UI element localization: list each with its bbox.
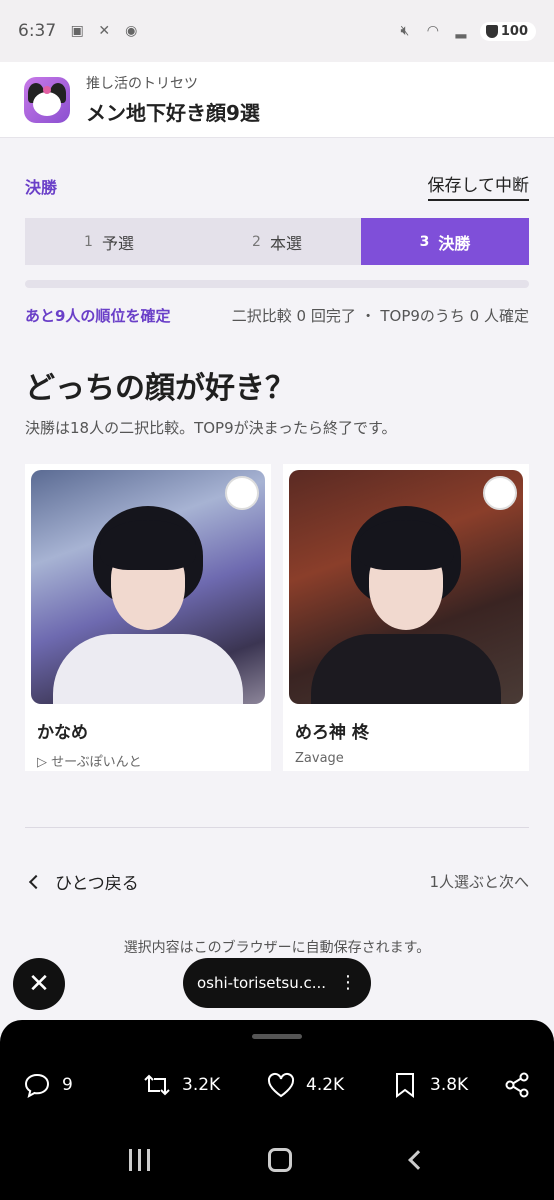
repost-count: 3.2K — [182, 1075, 221, 1095]
battery-level: 100 — [500, 23, 528, 39]
close-icon: ✕ — [28, 969, 50, 999]
question-heading: どっちの顔が好き？ — [25, 371, 295, 406]
system-navigation — [0, 1148, 554, 1172]
recent-apps-icon[interactable] — [129, 1149, 151, 1171]
share-icon — [502, 1070, 532, 1100]
signal-icon: ▂ — [455, 23, 467, 39]
screenshot-icon: ▣ — [70, 23, 84, 39]
photo-body — [53, 634, 243, 704]
step-label: 予選 — [101, 233, 134, 253]
comparison-stats: 二択比較 0 回完了 ・ TOP9のうち 0 人確定 — [231, 307, 529, 325]
close-browser-button[interactable]: ✕ — [13, 958, 65, 1010]
line-app-icon: ◉ — [125, 23, 138, 39]
candidate-card-left[interactable]: かなめ ▷ せーぶぽいんと — [25, 464, 271, 771]
step-tabs: 1 予選 2 本選 3 決勝 — [25, 218, 529, 265]
step-qualifier[interactable]: 1 予選 — [25, 218, 193, 265]
go-back-label: ひとつ戻る — [55, 874, 139, 894]
status-bar: 6:37 ▣ ✕ ◉ 🔇︎ ◠ ▂ 100 — [0, 0, 554, 62]
back-icon[interactable] — [407, 1150, 428, 1170]
remaining-rank-text: あと9人の順位を確定 — [25, 307, 171, 325]
select-radio[interactable] — [225, 476, 259, 510]
x-app-icon: ✕ — [98, 23, 111, 39]
app-logo-icon[interactable] — [24, 76, 70, 123]
chevron-left-icon — [28, 874, 44, 889]
share-button[interactable] — [502, 1070, 532, 1100]
heart-icon — [266, 1070, 296, 1100]
phase-label: 決勝 — [25, 178, 58, 197]
main-content: 決勝 保存して中断 1 予選 2 本選 3 決勝 あと9人の順位を確定 二択比較… — [0, 139, 554, 1019]
step-number: 3 — [419, 233, 430, 250]
logo-skull — [43, 85, 51, 94]
home-icon[interactable] — [268, 1148, 293, 1172]
select-radio[interactable] — [483, 476, 517, 510]
repost-icon — [142, 1070, 172, 1100]
like-button[interactable]: 4.2K — [266, 1070, 390, 1100]
progress-bar — [25, 280, 529, 288]
wifi-icon: ◠ — [426, 23, 439, 39]
like-count: 4.2K — [306, 1075, 345, 1095]
logo-face — [33, 91, 61, 116]
mute-icon: 🔇︎ — [400, 23, 410, 39]
battery-shield-icon — [485, 24, 498, 38]
save-and-pause-button[interactable]: 保存して中断 — [427, 171, 529, 201]
candidate-photo[interactable] — [289, 470, 523, 704]
candidate-name: かなめ — [37, 723, 88, 743]
go-back-button[interactable]: ひとつ戻る — [25, 869, 139, 894]
candidate-cards: かなめ ▷ せーぶぽいんと めろ神 柊 Zavage — [25, 464, 529, 771]
candidate-name: めろ神 柊 — [295, 723, 369, 743]
step-number: 1 — [84, 233, 93, 250]
step-label: 本選 — [269, 233, 302, 253]
bookmark-icon — [390, 1070, 420, 1100]
question-description: 決勝は18人の二択比較。TOP9が決まったら終了です。 — [25, 419, 397, 437]
candidate-group: ▷ せーぶぽいんと — [37, 755, 142, 770]
reply-icon — [22, 1070, 52, 1100]
step-label: 決勝 — [438, 233, 471, 253]
app-title: メン地下好き顔9選 — [86, 101, 260, 125]
divider — [25, 827, 529, 828]
bookmark-button[interactable]: 3.8K — [390, 1070, 500, 1100]
step-number: 2 — [252, 233, 261, 250]
photo-bangs — [358, 520, 454, 570]
url-pill[interactable]: oshi-torisetsu.c... ⋮ — [183, 958, 371, 1008]
status-time: 6:37 — [18, 21, 57, 41]
step-final[interactable]: 3 決勝 — [361, 218, 529, 265]
reply-count: 9 — [62, 1075, 73, 1095]
sheet-handle[interactable] — [252, 1034, 302, 1039]
url-text: oshi-torisetsu.c... — [197, 974, 327, 992]
battery-indicator: 100 — [479, 21, 536, 41]
bookmark-count: 3.8K — [430, 1075, 469, 1095]
app-header: 推し活のトリセツ メン地下好き顔9選 — [0, 62, 554, 138]
reply-button[interactable]: 9 — [22, 1070, 122, 1100]
step-main-round[interactable]: 2 本選 — [193, 218, 361, 265]
candidate-group: Zavage — [295, 751, 344, 766]
tweet-action-sheet: 9 3.2K 4.2K 3.8K — [0, 1020, 554, 1200]
repost-button[interactable]: 3.2K — [142, 1070, 266, 1100]
photo-bangs — [100, 520, 196, 570]
candidate-card-right[interactable]: めろ神 柊 Zavage — [283, 464, 529, 771]
autosave-note: 選択内容はこのブラウザーに自動保存されます。 — [123, 940, 431, 956]
app-subtitle: 推し活のトリセツ — [86, 76, 198, 92]
next-hint: 1人選ぶと次へ — [429, 873, 529, 891]
more-options-icon[interactable]: ⋮ — [339, 974, 357, 992]
photo-body — [311, 634, 501, 704]
candidate-photo[interactable] — [31, 470, 265, 704]
